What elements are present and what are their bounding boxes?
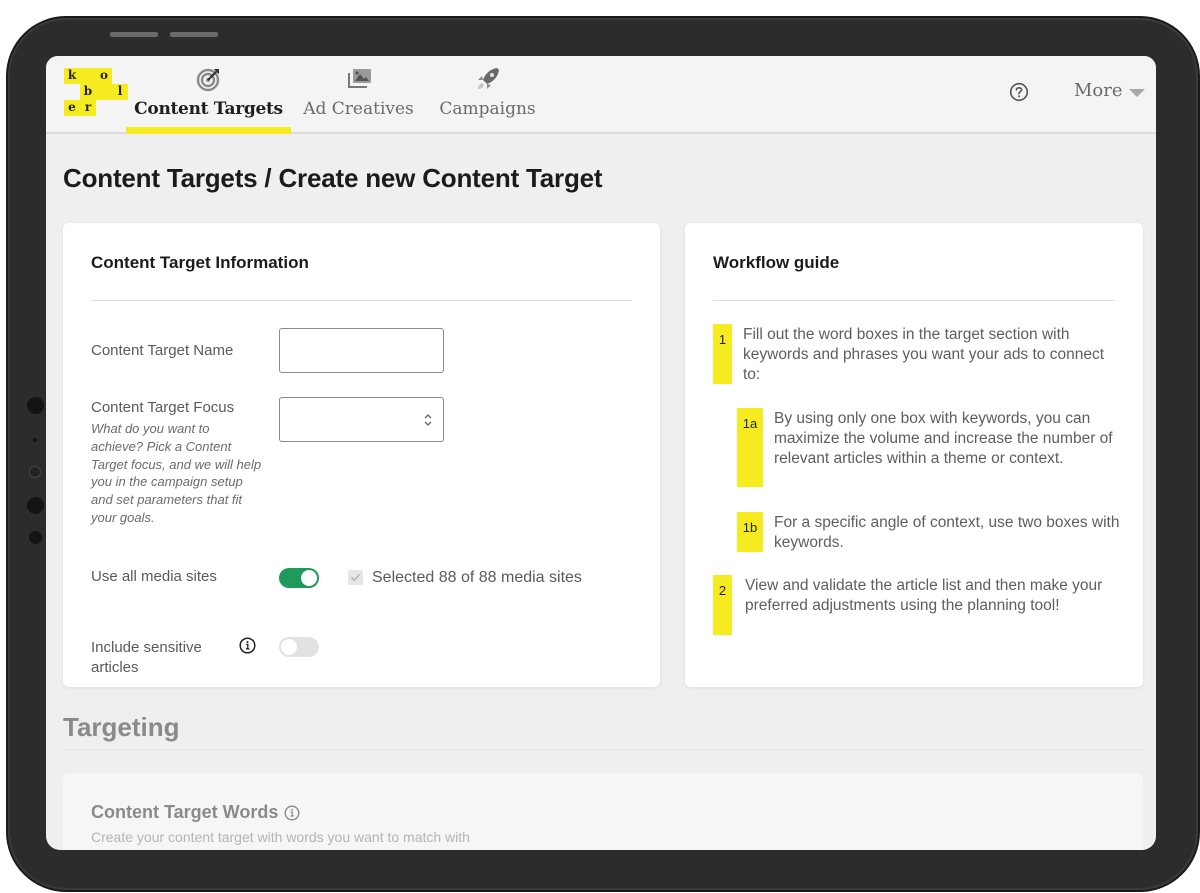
help-circle-icon[interactable] [1009,82,1029,102]
volume-button [170,32,218,37]
toggle-knob [301,570,317,586]
sensor-dot [29,531,42,544]
content-target-words-card: Content Target Words Create your content… [63,773,1143,850]
include-sensitive-articles-toggle[interactable] [279,637,319,657]
divider [91,300,632,301]
toggle-knob [281,639,297,655]
logo-block [80,68,96,84]
media-sites-checkbox[interactable] [348,570,363,585]
info-icon[interactable] [239,637,256,654]
card-title: Workflow guide [713,253,840,272]
use-all-media-sites-toggle[interactable] [279,568,319,588]
content-target-words-subtitle: Create your content target with words yo… [91,829,470,845]
logo-letter: k [64,68,80,84]
media-sites-selected-text: Selected 88 of 88 media sites [372,569,582,586]
focus-field-label: Content Target Focus [91,399,235,416]
step-badge: 1a [737,408,763,487]
media-sites-label: Use all media sites [91,568,217,585]
info-icon[interactable] [284,804,300,821]
rocket-icon [477,68,499,89]
content-target-words-title: Content Target Words [91,802,300,823]
volume-button [110,32,158,37]
step-badge: 2 [713,575,732,635]
page-title: Content Targets / Create new Content Tar… [63,163,603,193]
logo-letter: e [64,100,80,116]
words-title-text: Content Target Words [91,802,279,822]
name-field-label: Content Target Name [91,342,234,359]
step-text: For a specific angle of context, use two… [774,514,1120,551]
kobler-logo[interactable]: k o b l e r [64,68,128,118]
targeting-section-title: Targeting [63,712,180,742]
logo-letter: r [80,100,96,116]
sensor-dot [27,397,44,414]
card-title: Content Target Information [91,253,309,272]
content-target-name-input[interactable] [279,328,444,373]
logo-block [96,84,112,100]
active-tab-indicator [126,127,291,134]
nav-tab-campaigns[interactable]: Campaigns [435,66,540,134]
nav-tab-label: Campaigns [439,99,536,119]
step-text: View and validate the article list and t… [745,577,1103,614]
image-gallery-icon [347,69,371,88]
nav-tab-label: Content Targets [134,99,283,119]
more-menu-button[interactable]: More [1074,80,1145,101]
step-badge: 1 [713,324,732,384]
app-screen: k o b l e r Content Targets Ad Creatives… [46,56,1156,850]
step-text: By using only one box with keywords, you… [774,410,1113,467]
content-target-info-card: Content Target Information Content Targe… [63,223,660,687]
nav-tab-content-targets[interactable]: Content Targets [126,66,291,134]
sensor-dot [27,497,44,514]
checkmark-icon [350,573,361,582]
logo-letter: o [96,68,112,84]
divider [713,300,1115,301]
select-arrows-icon [424,414,432,426]
more-menu-label: More [1074,80,1123,101]
sensor-dot [33,438,37,442]
target-icon [196,68,219,92]
divider [63,749,1144,750]
step-text: Fill out the word boxes in the target se… [743,326,1105,383]
nav-tab-label: Ad Creatives [303,99,414,119]
camera-icon [29,466,41,478]
step-badge: 1b [737,512,763,552]
logo-letter: b [80,84,96,100]
focus-help-text: What do you want to achieve? Pick a Cont… [91,421,262,525]
sensitive-articles-label: Include sensitive articles [91,639,202,676]
nav-tab-ad-creatives[interactable]: Ad Creatives [301,66,416,134]
caret-down-icon [1128,88,1145,97]
workflow-guide-card: Workflow guide 1 Fill out the word boxes… [685,223,1143,687]
top-navigation: k o b l e r Content Targets Ad Creatives… [46,56,1156,134]
content-target-focus-select[interactable] [279,397,444,442]
